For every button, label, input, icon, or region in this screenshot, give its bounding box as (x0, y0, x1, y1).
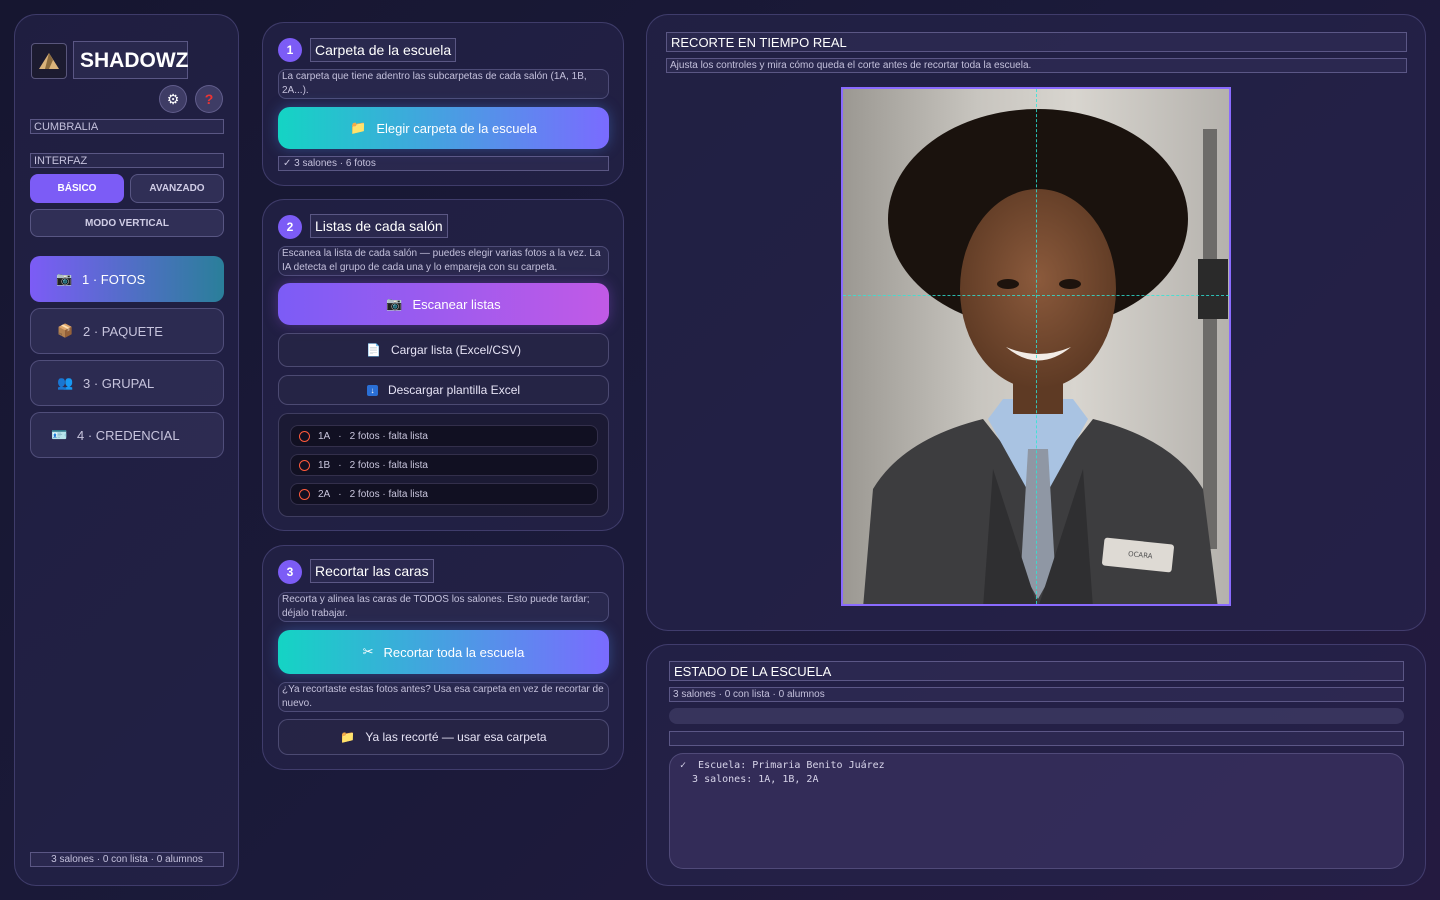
nav-item-grupal[interactable]: 👥 3 · GRUPAL (30, 360, 224, 406)
umbral-label: CUMBRALIA (30, 119, 224, 134)
salon-info: 2 fotos · falta lista (349, 430, 428, 442)
preview-subtitle: Ajusta los controles y mira cómo queda e… (666, 58, 1407, 73)
scissors-icon: ✂ (362, 644, 374, 659)
button-label: Elegir carpeta de la escuela (376, 120, 537, 136)
nav-item-fotos[interactable]: 📷 1 · FOTOS (30, 256, 224, 302)
salon-info: 2 fotos · falta lista (349, 459, 428, 471)
step-recortar: 3 Recortar las caras Recorta y alinea la… (262, 545, 624, 770)
nav-label: 1 · FOTOS (82, 271, 146, 287)
step-number: 3 (278, 560, 302, 584)
sidebar: SHADOWZ ⚙ ? CUMBRALIA INTERFAZ BÁSICO AV… (14, 14, 239, 886)
vertical-mode-button[interactable]: MODO VERTICAL (30, 209, 224, 237)
step-listas: 2 Listas de cada salón Escanea la lista … (262, 199, 624, 531)
step-number: 2 (278, 215, 302, 239)
button-label: Escanear listas (412, 296, 501, 312)
separator: · (338, 488, 342, 500)
folder-icon: 📁 (340, 730, 356, 744)
use-existing-folder-button[interactable]: 📁 Ya las recorté — usar esa carpeta (278, 719, 609, 755)
preview-title: RECORTE EN TIEMPO REAL (666, 32, 1407, 52)
vertical-guide (1036, 89, 1037, 604)
estado-title: ESTADO DE LA ESCUELA (669, 661, 1404, 681)
settings-button[interactable]: ⚙ (159, 85, 187, 113)
salon-name: 1B (318, 459, 331, 471)
status-log: ✓ Escuela: Primaria Benito Juárez 3 salo… (669, 753, 1404, 869)
preview-panel: RECORTE EN TIEMPO REAL Ajusta los contro… (646, 14, 1426, 631)
mountain-logo-icon (39, 53, 59, 69)
button-label: Recortar toda la escuela (383, 644, 525, 660)
reuse-description: ¿Ya recortaste estas fotos antes? Usa es… (278, 682, 609, 712)
step-description: La carpeta que tiene adentro las subcarp… (278, 69, 609, 99)
step-description: Recorta y alinea las caras de TODOS los … (278, 592, 609, 622)
sidebar-status: 3 salones · 0 con lista · 0 alumnos (30, 852, 224, 867)
document-icon: 📄 (366, 343, 381, 357)
camera-icon: 📷 (386, 296, 403, 311)
salon-list: 1A · 2 fotos · falta lista 1B · 2 fotos … (278, 413, 609, 517)
nav-item-credencial[interactable]: 🪪 4 · CREDENCIAL (30, 412, 224, 458)
step-title: Recortar las caras (310, 559, 434, 583)
salon-name: 2A (318, 488, 331, 500)
button-label: Ya las recorté — usar esa carpeta (365, 730, 547, 744)
group-icon: 👥 (57, 375, 74, 390)
status-ring-icon (299, 488, 310, 500)
progress-label (669, 731, 1404, 746)
status-ring-icon (299, 430, 310, 442)
list-item[interactable]: 2A · 2 fotos · falta lista (290, 483, 598, 505)
help-button[interactable]: ? (195, 85, 223, 113)
nav-item-paquete[interactable]: 📦 2 · PAQUETE (30, 308, 224, 354)
estado-subtitle: 3 salones · 0 con lista · 0 alumnos (669, 687, 1404, 702)
separator: · (338, 430, 342, 442)
estado-panel: ESTADO DE LA ESCUELA 3 salones · 0 con l… (646, 644, 1426, 886)
scan-lists-button[interactable]: 📷 Escanear listas (278, 283, 609, 325)
nav-label: 2 · PAQUETE (83, 323, 163, 339)
list-item[interactable]: 1A · 2 fotos · falta lista (290, 425, 598, 447)
download-template-button[interactable]: ↓ Descargar plantilla Excel (278, 375, 609, 405)
choose-folder-button[interactable]: 📁 Elegir carpeta de la escuela (278, 107, 609, 149)
app-title: SHADOWZ (73, 41, 189, 79)
gear-icon: ⚙ (166, 90, 180, 107)
button-label: Cargar lista (Excel/CSV) (390, 343, 521, 357)
folder-status: ✓ 3 salones · 6 fotos (278, 156, 609, 171)
interfaz-label: INTERFAZ (30, 153, 224, 168)
step-number: 1 (278, 38, 302, 62)
progress-bar (669, 708, 1404, 724)
list-item[interactable]: 1B · 2 fotos · falta lista (290, 454, 598, 476)
package-icon: 📦 (57, 323, 74, 338)
status-ring-icon (299, 459, 310, 471)
advanced-mode-button[interactable]: AVANZADO (130, 174, 224, 203)
crop-preview-image[interactable]: OCARA (841, 87, 1231, 606)
download-icon: ↓ (366, 384, 378, 396)
nav-label: 4 · CREDENCIAL (77, 427, 180, 443)
load-list-button[interactable]: 📄 Cargar lista (Excel/CSV) (278, 333, 609, 367)
question-icon: ? (204, 91, 214, 107)
id-card-icon: 🪪 (51, 427, 68, 442)
salon-name: 1A (318, 430, 331, 442)
horizontal-guide (843, 295, 1229, 296)
folder-icon: 📁 (350, 120, 367, 135)
crop-school-button[interactable]: ✂ Recortar toda la escuela (278, 630, 609, 674)
app-logo (31, 43, 67, 79)
step-carpeta: 1 Carpeta de la escuela La carpeta que t… (262, 22, 624, 186)
separator: · (338, 459, 342, 471)
step-description: Escanea la lista de cada salón — puedes … (278, 246, 609, 276)
camera-icon: 📷 (56, 271, 73, 286)
basic-mode-button[interactable]: BÁSICO (30, 174, 124, 203)
salon-info: 2 fotos · falta lista (349, 488, 428, 500)
step-title: Listas de cada salón (310, 214, 448, 238)
nav-label: 3 · GRUPAL (83, 375, 155, 391)
button-label: Descargar plantilla Excel (387, 383, 521, 397)
step-title: Carpeta de la escuela (310, 38, 457, 62)
portrait-image: OCARA (863, 109, 1228, 604)
